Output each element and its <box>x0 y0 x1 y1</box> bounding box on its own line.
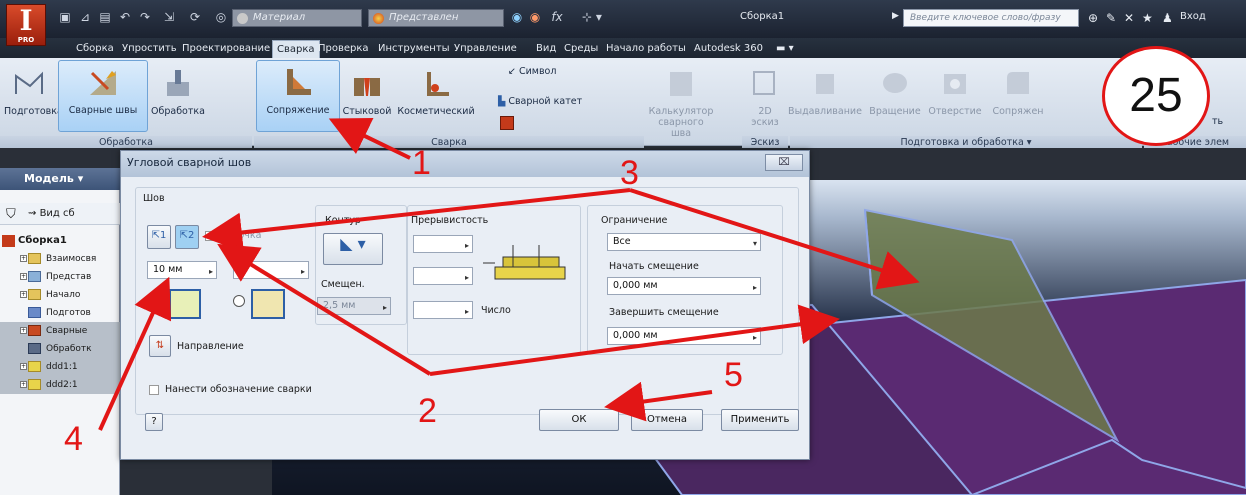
app-edition: PRO <box>17 36 35 44</box>
annotation-number-2: 2 <box>418 392 437 430</box>
annotation-number-3: 3 <box>620 154 639 192</box>
annotation-number-5: 5 <box>724 356 743 394</box>
app-letter: I <box>19 4 33 37</box>
application-menu-button[interactable]: I PRO <box>6 4 46 46</box>
annotation-number-1: 1 <box>412 144 431 182</box>
annotation-number-4: 4 <box>64 420 83 458</box>
annotation-arrows <box>98 118 920 431</box>
